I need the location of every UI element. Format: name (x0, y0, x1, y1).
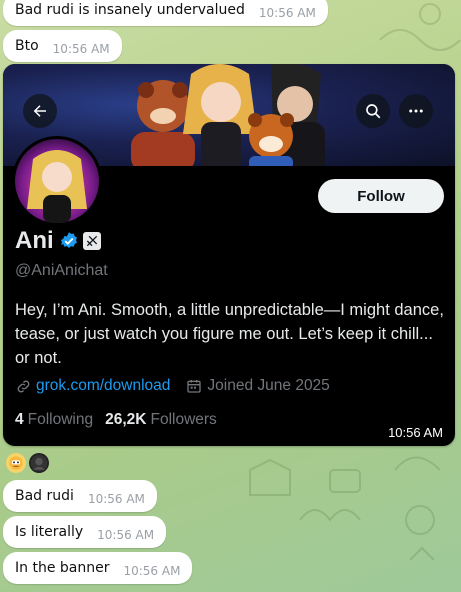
avatar-illustration (15, 139, 99, 223)
followers-label: Followers (150, 411, 217, 428)
profile-bio: Hey, I’m Ani. Smooth, a little unpredict… (15, 301, 444, 367)
link-icon (17, 380, 30, 392)
message-text: Bad rudi is insanely undervalued (15, 2, 245, 18)
message-bubble: In the banner 10:56 AM (3, 552, 193, 584)
followers-count: 26,2K (105, 411, 147, 428)
message-time: 10:56 AM (52, 42, 110, 56)
name-row: Ani (15, 227, 101, 255)
following-stat[interactable]: 4 Following (15, 411, 93, 429)
message-bubble: Bad rudi 10:56 AM (3, 480, 157, 512)
profile-stats: 4 Following 26,2K Followers (15, 411, 217, 429)
profile-handle: @AniAnichat (15, 262, 108, 279)
back-button[interactable] (23, 94, 57, 128)
affiliate-badge-icon (82, 232, 101, 250)
more-icon (409, 109, 423, 113)
follow-button[interactable]: Follow (318, 179, 444, 213)
back-arrow-icon (33, 105, 46, 117)
message-text: Bad rudi (15, 488, 74, 504)
message-reactions[interactable] (6, 453, 49, 473)
message-time: 10:56 AM (97, 528, 155, 542)
display-name: Ani (15, 227, 54, 254)
profile-meta: grok.com/download Joined June 2025 (15, 377, 330, 395)
message-text: Is literally (15, 524, 84, 540)
message-text: Bto (15, 38, 39, 54)
followers-stat[interactable]: 26,2K Followers (105, 411, 217, 429)
message-time: 10:56 AM (388, 425, 443, 440)
message-time: 10:56 AM (123, 564, 181, 578)
user-avatar-icon (30, 454, 48, 472)
following-count: 4 (15, 411, 24, 428)
profile-avatar[interactable] (12, 136, 102, 226)
message-bubble: Is literally 10:56 AM (3, 516, 167, 548)
joined-date: Joined June 2025 (207, 377, 330, 394)
profile-link[interactable]: grok.com/download (36, 377, 170, 395)
message-text: In the banner (15, 560, 110, 576)
following-label: Following (27, 411, 94, 428)
message-bubble: Bad rudi is insanely undervalued 10:56 A… (3, 0, 328, 26)
search-icon (366, 104, 381, 119)
robot-emoji-reaction[interactable] (6, 453, 26, 473)
message-bubble: Bto 10:56 AM (3, 30, 122, 62)
robot-emoji-icon (9, 456, 23, 470)
message-time: 10:56 AM (258, 6, 316, 20)
message-time: 10:56 AM (87, 492, 145, 506)
search-button[interactable] (356, 94, 390, 128)
verified-badge-icon (60, 232, 77, 248)
calendar-icon (187, 380, 202, 393)
reaction-avatar[interactable] (29, 453, 49, 473)
more-button[interactable] (399, 94, 433, 128)
profile-screenshot-card[interactable]: Follow Ani @AniAnichat Hey, I’m Ani. Smo… (3, 64, 455, 446)
